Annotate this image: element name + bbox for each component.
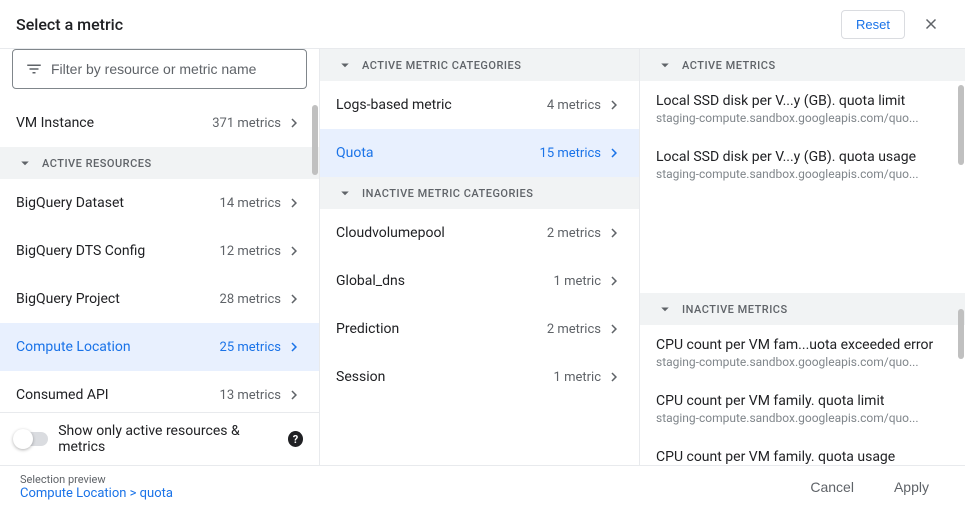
metric-subtitle: staging-compute.sandbox.googleapis.com/q… bbox=[656, 167, 949, 181]
metric-item[interactable]: CPU count per VM fam...uota exceeded err… bbox=[640, 325, 965, 381]
cancel-button[interactable]: Cancel bbox=[794, 471, 870, 503]
resource-item-vm-instance[interactable]: VM Instance 371 metrics bbox=[0, 99, 319, 147]
section-active-resources[interactable]: ACTIVE RESOURCES bbox=[0, 147, 319, 179]
item-label: Prediction bbox=[336, 321, 399, 337]
selection-preview-label: Selection preview bbox=[20, 473, 173, 486]
section-inactive-categories[interactable]: INACTIVE METRIC CATEGORIES bbox=[320, 177, 639, 209]
item-label: Session bbox=[336, 369, 385, 385]
chevron-right-icon bbox=[285, 290, 303, 308]
metric-item[interactable]: CPU count per VM family. quota limit stag… bbox=[640, 381, 965, 437]
section-label: ACTIVE METRICS bbox=[682, 59, 776, 72]
chevron-right-icon bbox=[605, 144, 623, 162]
chevron-right-icon bbox=[605, 368, 623, 386]
item-count: 28 metrics bbox=[220, 292, 281, 307]
chevron-right-icon bbox=[285, 194, 303, 212]
item-count: 2 metrics bbox=[547, 322, 601, 337]
scrollbar[interactable] bbox=[312, 105, 318, 175]
item-count: 25 metrics bbox=[220, 340, 281, 355]
item-label: Consumed API bbox=[16, 387, 109, 403]
chevron-down-icon bbox=[16, 154, 34, 172]
list-item[interactable]: Cloudvolumepool 2 metrics bbox=[320, 209, 639, 257]
item-label: Quota bbox=[336, 145, 374, 161]
chevron-down-icon bbox=[656, 56, 674, 74]
metric-title: Local SSD disk per V...y (GB). quota usa… bbox=[656, 149, 949, 165]
metric-item[interactable]: CPU count per VM family. quota usagestag… bbox=[640, 437, 965, 465]
active-only-toggle[interactable] bbox=[16, 432, 48, 446]
chevron-right-icon bbox=[605, 224, 623, 242]
list-item[interactable]: BigQuery Dataset 14 metrics bbox=[0, 179, 319, 227]
resource-count: 371 metrics bbox=[212, 116, 281, 131]
item-label: Compute Location bbox=[16, 339, 131, 355]
item-label: BigQuery Project bbox=[16, 291, 120, 307]
resource-label: VM Instance bbox=[16, 115, 94, 131]
item-count: 15 metrics bbox=[540, 146, 601, 161]
metric-item[interactable]: Local SSD disk per V...y (GB). quota usa… bbox=[640, 137, 965, 193]
chevron-down-icon bbox=[336, 184, 354, 202]
item-count: 12 metrics bbox=[220, 244, 281, 259]
metric-subtitle: staging-compute.sandbox.googleapis.com/q… bbox=[656, 411, 949, 425]
chevron-right-icon bbox=[285, 114, 303, 132]
section-label: ACTIVE RESOURCES bbox=[42, 157, 152, 170]
page-title: Select a metric bbox=[16, 15, 123, 34]
metric-title: CPU count per VM family. quota limit bbox=[656, 393, 949, 409]
list-item[interactable]: Global_dns 1 metric bbox=[320, 257, 639, 305]
chevron-right-icon bbox=[285, 242, 303, 260]
chevron-down-icon bbox=[336, 56, 354, 74]
help-icon[interactable]: ? bbox=[288, 431, 303, 447]
item-count: 1 metric bbox=[554, 274, 601, 289]
section-label: ACTIVE METRIC CATEGORIES bbox=[362, 59, 521, 72]
metric-subtitle: staging-compute.sandbox.googleapis.com/q… bbox=[656, 111, 949, 125]
metric-title: Local SSD disk per V...y (GB). quota lim… bbox=[656, 93, 949, 109]
item-count: 4 metrics bbox=[547, 98, 601, 113]
apply-button[interactable]: Apply bbox=[878, 471, 945, 503]
section-label: INACTIVE METRICS bbox=[682, 303, 788, 316]
chevron-right-icon bbox=[605, 320, 623, 338]
metric-item[interactable]: Local SSD disk per V...y (GB). quota lim… bbox=[640, 81, 965, 137]
list-item[interactable]: Session 1 metric bbox=[320, 353, 639, 401]
section-active-metrics[interactable]: ACTIVE METRICS bbox=[640, 49, 965, 81]
toggle-label: Show only active resources & metrics bbox=[58, 423, 278, 455]
item-label: Cloudvolumepool bbox=[336, 225, 445, 241]
chevron-right-icon bbox=[285, 338, 303, 356]
list-item[interactable]: BigQuery Project 28 metrics bbox=[0, 275, 319, 323]
item-count: 1 metric bbox=[554, 370, 601, 385]
list-item[interactable]: Logs-based metric 4 metrics bbox=[320, 81, 639, 129]
chevron-right-icon bbox=[605, 96, 623, 114]
scrollbar[interactable] bbox=[958, 85, 964, 165]
section-inactive-metrics[interactable]: INACTIVE METRICS bbox=[640, 293, 965, 325]
list-item[interactable]: Quota 15 metrics bbox=[320, 129, 639, 177]
filter-icon bbox=[25, 60, 43, 78]
section-label: INACTIVE METRIC CATEGORIES bbox=[362, 187, 533, 200]
close-icon[interactable] bbox=[913, 6, 949, 42]
item-label: Logs-based metric bbox=[336, 97, 452, 113]
list-item[interactable]: Compute Location 25 metrics bbox=[0, 323, 319, 371]
item-count: 13 metrics bbox=[220, 388, 281, 403]
list-item[interactable]: BigQuery DTS Config 12 metrics bbox=[0, 227, 319, 275]
chevron-right-icon bbox=[605, 272, 623, 290]
filter-input-container[interactable] bbox=[12, 49, 307, 89]
item-label: BigQuery DTS Config bbox=[16, 243, 145, 259]
filter-input[interactable] bbox=[51, 61, 294, 77]
list-item[interactable]: Prediction 2 metrics bbox=[320, 305, 639, 353]
chevron-down-icon bbox=[656, 300, 674, 318]
selection-preview-value: Compute Location > quota bbox=[20, 486, 173, 501]
metric-title: CPU count per VM family. quota usage bbox=[656, 449, 949, 465]
item-label: Global_dns bbox=[336, 273, 405, 289]
scrollbar[interactable] bbox=[958, 309, 964, 359]
reset-button[interactable]: Reset bbox=[841, 10, 905, 39]
item-count: 14 metrics bbox=[220, 196, 281, 211]
item-label: BigQuery Dataset bbox=[16, 195, 124, 211]
chevron-right-icon bbox=[285, 386, 303, 404]
metric-subtitle: staging-compute.sandbox.googleapis.com/q… bbox=[656, 355, 949, 369]
item-count: 2 metrics bbox=[547, 226, 601, 241]
list-item[interactable]: Consumed API 13 metrics bbox=[0, 371, 319, 412]
metric-title: CPU count per VM fam...uota exceeded err… bbox=[656, 337, 949, 353]
section-active-categories[interactable]: ACTIVE METRIC CATEGORIES bbox=[320, 49, 639, 81]
